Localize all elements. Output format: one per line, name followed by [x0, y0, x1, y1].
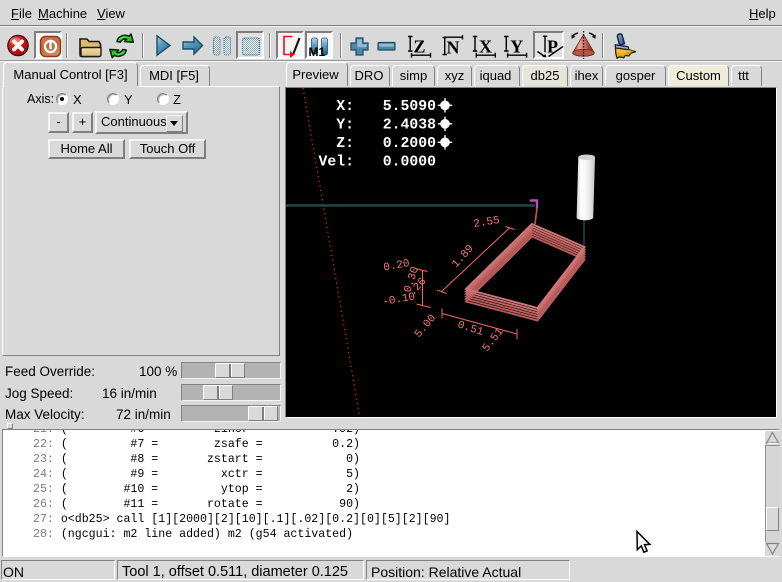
svg-text:1.89: 1.89: [450, 243, 477, 271]
svg-text:Vel:: Vel:: [318, 155, 354, 171]
svg-text:0.2000: 0.2000: [383, 136, 436, 152]
svg-text:Y:: Y:: [336, 118, 354, 134]
svg-text:X: X: [479, 37, 492, 57]
svg-text:2.4038: 2.4038: [383, 118, 436, 134]
svg-text:Y: Y: [510, 37, 523, 57]
svg-text:N: N: [447, 38, 460, 58]
svg-text:0.20: 0.20: [383, 258, 411, 274]
svg-text:M1: M1: [309, 45, 326, 59]
svg-text:5.5090: 5.5090: [383, 99, 436, 115]
svg-text:Z: Z: [414, 37, 426, 57]
svg-text:X:: X:: [336, 99, 354, 115]
svg-text:Z:: Z:: [336, 136, 354, 152]
svg-text:5.00: 5.00: [413, 313, 439, 341]
svg-text:0.0000: 0.0000: [383, 155, 436, 171]
svg-text:2.55: 2.55: [473, 215, 501, 231]
svg-text:P: P: [547, 37, 558, 57]
svg-text:0.51: 0.51: [456, 319, 485, 339]
